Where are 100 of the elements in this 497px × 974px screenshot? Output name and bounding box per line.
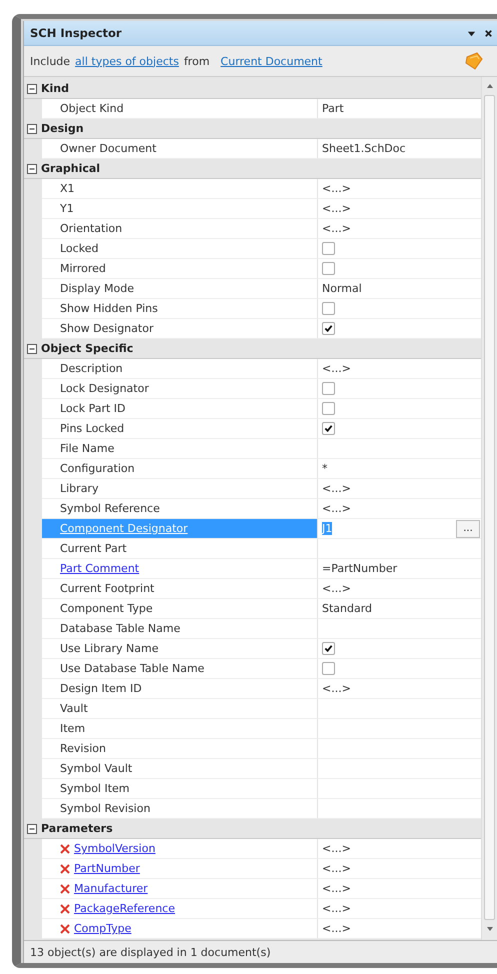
x-icon (60, 864, 70, 874)
property-name-cell[interactable]: SymbolVersion (42, 839, 318, 859)
property-name-cell[interactable]: Current Footprint (42, 579, 318, 599)
property-value-cell: <...> (318, 499, 481, 519)
property-name-cell[interactable]: Show Designator (42, 319, 318, 339)
parameter-link[interactable]: SymbolVersion (74, 842, 156, 855)
property-name-cell[interactable]: File Name (42, 439, 318, 459)
parameter-link[interactable]: CompType (74, 922, 132, 935)
scope-link[interactable]: Current Document (220, 54, 322, 68)
filter-label: Include (30, 54, 70, 68)
parameter-link[interactable]: Manufacturer (74, 882, 148, 895)
property-value-cell: Standard (318, 599, 481, 619)
property-name-cell[interactable]: Use Database Table Name (42, 659, 318, 679)
property-name-cell[interactable]: Lock Designator (42, 379, 318, 399)
property-value-cell: <...> (318, 839, 481, 859)
scrollbar-thumb[interactable] (484, 95, 495, 920)
check-icon (324, 324, 333, 333)
property-value-cell: <...> (318, 479, 481, 499)
check-icon (324, 424, 333, 433)
object-type-link[interactable]: all types of objects (75, 54, 179, 68)
collapse-icon[interactable] (27, 344, 37, 354)
property-name-cell[interactable]: Orientation (42, 219, 318, 239)
collapse-icon[interactable] (27, 124, 37, 134)
property-value-cell: <...> (318, 359, 481, 379)
checkbox[interactable] (322, 302, 335, 315)
property-value-cell: <...> (318, 899, 481, 919)
collapse-icon[interactable] (27, 84, 37, 94)
property-name-cell[interactable]: Description (42, 359, 318, 379)
x-icon (60, 884, 70, 894)
property-name-cell[interactable]: CompType (42, 919, 318, 939)
property-name-cell[interactable]: Item (42, 719, 318, 739)
checkbox[interactable] (322, 242, 335, 255)
x-icon (60, 904, 70, 914)
parameter-link[interactable]: PartNumber (74, 862, 140, 875)
property-value-cell: <...> (318, 199, 481, 219)
dropdown-icon[interactable] (467, 28, 476, 38)
property-name-cell[interactable]: Use Library Name (42, 639, 318, 659)
property-name-cell[interactable]: Configuration (42, 459, 318, 479)
property-name-cell[interactable]: PackageReference (42, 899, 318, 919)
check-icon (324, 644, 333, 653)
checkbox[interactable] (322, 322, 335, 335)
close-icon[interactable] (484, 28, 493, 38)
scrollbar[interactable] (481, 77, 497, 940)
status-text: 13 object(s) are displayed in 1 document(s) (24, 940, 497, 963)
property-name-cell[interactable]: Part Comment (42, 559, 318, 579)
property-name-cell[interactable]: Y1 (42, 199, 318, 219)
property-value-cell: <...> (318, 859, 481, 879)
gem-icon (463, 51, 485, 71)
property-name-cell[interactable]: Show Hidden Pins (42, 299, 318, 319)
section-title: Design (41, 122, 84, 135)
checkbox[interactable] (322, 422, 335, 435)
property-name-cell[interactable]: Manufacturer (42, 879, 318, 899)
section-title: Kind (41, 82, 69, 95)
browse-button[interactable]: ... (456, 520, 480, 538)
property-value-cell: Part (318, 99, 481, 119)
property-name-cell[interactable]: Component Type (42, 599, 318, 619)
checkbox[interactable] (322, 662, 335, 675)
property-name-cell[interactable]: Mirrored (42, 259, 318, 279)
x-icon (60, 844, 70, 854)
property-name-cell[interactable]: Lock Part ID (42, 399, 318, 419)
section-title: Object Specific (41, 342, 134, 355)
property-name-cell[interactable]: Locked (42, 239, 318, 259)
checkbox[interactable] (322, 402, 335, 415)
scroll-up-icon[interactable] (486, 83, 494, 89)
section-title: Graphical (41, 162, 100, 175)
property-value-cell: =PartNumber (318, 559, 481, 579)
filter-label: from (184, 54, 210, 68)
property-name-cell[interactable]: X1 (42, 179, 318, 199)
property-name-cell[interactable]: Display Mode (42, 279, 318, 299)
property-value-cell: <...> (318, 679, 481, 699)
selected-text: J1 (322, 522, 332, 535)
checkbox[interactable] (322, 382, 335, 395)
property-name-cell[interactable]: Current Part (42, 539, 318, 559)
property-name-cell[interactable]: Library (42, 479, 318, 499)
property-name-cell[interactable]: PartNumber (42, 859, 318, 879)
property-link[interactable]: Part Comment (60, 562, 140, 575)
property-name-cell[interactable]: Object Kind (42, 99, 318, 119)
property-value-cell: Sheet1.SchDoc (318, 139, 481, 159)
property-name-cell[interactable]: Pins Locked (42, 419, 318, 439)
property-value-cell: Normal (318, 279, 481, 299)
property-name-cell[interactable]: Symbol Reference (42, 499, 318, 519)
property-name-cell[interactable]: Vault (42, 699, 318, 719)
property-name-cell[interactable]: Database Table Name (42, 619, 318, 639)
property-value-cell: <...> (318, 579, 481, 599)
scroll-down-icon[interactable] (486, 926, 494, 932)
property-name-cell[interactable]: Symbol Vault (42, 759, 318, 779)
collapse-icon[interactable] (27, 164, 37, 174)
property-name-cell[interactable]: Design Item ID (42, 679, 318, 699)
section-title: Parameters (41, 822, 113, 835)
x-icon (60, 924, 70, 934)
collapse-icon[interactable] (27, 824, 37, 834)
parameter-link[interactable]: PackageReference (74, 902, 175, 915)
property-name-cell[interactable]: Symbol Item (42, 779, 318, 799)
property-name-cell[interactable]: Owner Document (42, 139, 318, 159)
property-value-cell: <...> (318, 879, 481, 899)
property-name-cell[interactable]: Symbol Revision (42, 799, 318, 819)
checkbox[interactable] (322, 262, 335, 275)
checkbox[interactable] (322, 642, 335, 655)
window-title: SCH Inspector (30, 26, 123, 40)
property-name-cell[interactable]: Revision (42, 739, 318, 759)
